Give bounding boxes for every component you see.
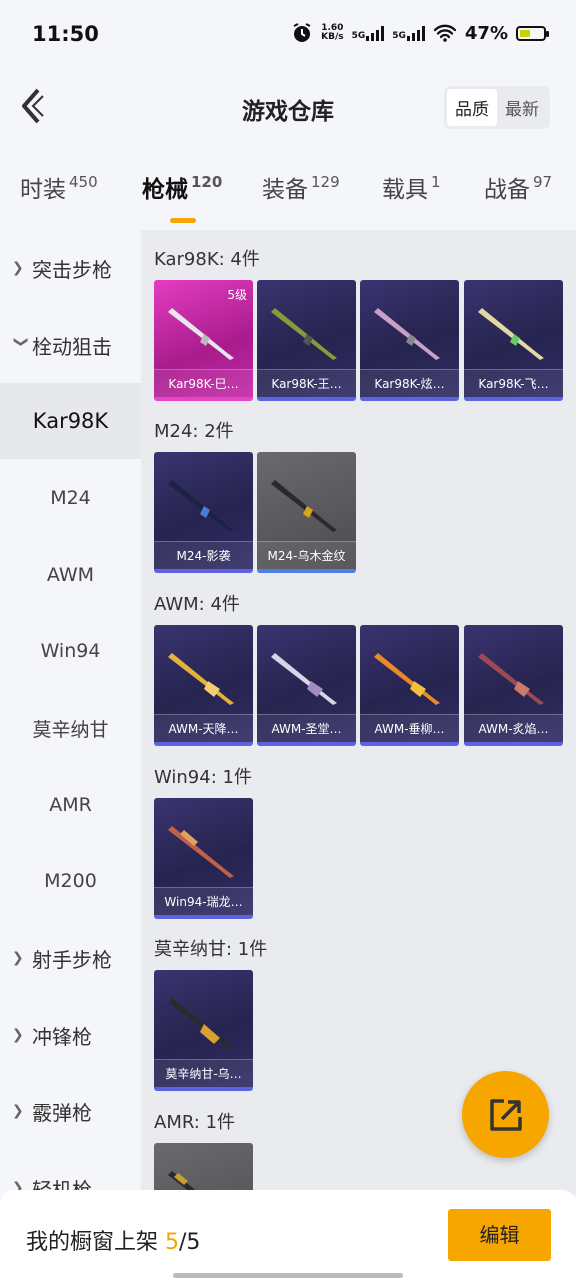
tab-fashion[interactable]: 时装 450 (20, 170, 98, 204)
home-indicator[interactable] (173, 1273, 403, 1278)
sort-quality-button[interactable]: 品质 (447, 89, 497, 126)
rifle-icon (168, 480, 234, 532)
section-title-kar98k: Kar98K: 4件 (154, 249, 260, 270)
weapon-card[interactable]: AWM-圣堂… (257, 625, 356, 746)
sidebar-item-win94[interactable]: Win94 (0, 613, 141, 689)
section-title-m24: M24: 2件 (154, 421, 234, 442)
sidebar-item-amr[interactable]: AMR (0, 767, 141, 843)
sidebar-item-shotgun[interactable]: ❯ 霰弹枪 (0, 1073, 141, 1149)
sidebar-item-kar98k[interactable]: Kar98K (0, 383, 141, 459)
status-icons: 1.60 KB/s 5G 5G 47% (291, 22, 549, 44)
weapon-card-label: M24-乌木金纹 (257, 541, 356, 569)
weapon-card-label: Kar98K-飞… (464, 369, 563, 397)
weapon-card[interactable]: M24-乌木金纹 (257, 452, 356, 573)
signal-1: 5G (352, 25, 385, 41)
tab-supplies[interactable]: 战备 97 (484, 170, 552, 204)
network-speed: 1.60 KB/s (321, 23, 344, 42)
sidebar-item-smg[interactable]: ❯ 冲锋枪 (0, 997, 141, 1073)
tab-equipment[interactable]: 装备 129 (262, 170, 340, 204)
tab-vehicles[interactable]: 载具 1 (382, 170, 441, 204)
weapon-card-label: AWM-天降… (154, 714, 253, 742)
chevron-right-icon: ❯ (12, 1103, 24, 1119)
weapon-card[interactable] (154, 1143, 253, 1195)
header: 游戏仓库 品质 最新 (0, 62, 576, 152)
status-time: 11:50 (32, 22, 99, 46)
rifle-icon (271, 480, 337, 532)
alarm-icon (293, 23, 311, 42)
sidebar-item-mosin[interactable]: 莫辛纳甘 (0, 690, 141, 766)
weapon-card[interactable]: AWM-炙焰… (464, 625, 563, 746)
chevron-right-icon: ❯ (12, 260, 24, 276)
weapon-card-label: Kar98K-王… (257, 369, 356, 397)
weapon-grid: Kar98K: 4件 5级 Kar98K-巳… Kar98K-王… Kar98K… (141, 230, 576, 1195)
battery-percent: 47% (464, 22, 508, 44)
tab-firearms[interactable]: 枪械 120 (142, 170, 222, 223)
status-bar: 11:50 1.60 KB/s 5G 5G 47% (0, 0, 576, 62)
section-title-awm: AWM: 4件 (154, 594, 240, 615)
weapon-card[interactable]: Kar98K-炫… (360, 280, 459, 401)
edit-button[interactable]: 编辑 (448, 1209, 551, 1261)
section-title-mosin: 莫辛纳甘: 1件 (154, 939, 268, 960)
sidebar-item-m200[interactable]: M200 (0, 843, 141, 919)
weapon-card-label: Kar98K-巳… (154, 369, 253, 397)
signal-2: 5G (392, 25, 425, 41)
chevron-right-icon: ❯ (12, 1027, 24, 1043)
showcase-bar: 我的橱窗上架 5/5 编辑 (0, 1190, 576, 1280)
wifi-icon (433, 24, 457, 42)
rifle-icon (168, 653, 234, 705)
tab-active-indicator (170, 218, 196, 223)
chevron-right-icon: ❯ (12, 950, 24, 966)
sidebar-item-assault-rifle[interactable]: ❯ 突击步枪 (0, 230, 141, 306)
weapon-card[interactable]: 5级 Kar98K-巳… (154, 280, 253, 401)
weapon-card-label: M24-影袭 (154, 541, 253, 569)
weapon-card[interactable]: 莫辛纳甘-乌… (154, 970, 253, 1091)
weapon-card[interactable]: Kar98K-王… (257, 280, 356, 401)
rifle-icon (168, 308, 234, 360)
section-title-win94: Win94: 1件 (154, 767, 252, 788)
weapon-card-label: AWM-炙焰… (464, 714, 563, 742)
sort-toggle: 品质 最新 (444, 86, 550, 129)
chevron-down-icon: ❯ (13, 336, 29, 348)
weapon-card[interactable]: Win94-瑞龙… (154, 798, 253, 919)
rifle-icon (374, 308, 440, 360)
rifle-icon (168, 998, 234, 1050)
rifle-icon (271, 308, 337, 360)
weapon-card[interactable]: Kar98K-飞… (464, 280, 563, 401)
sort-latest-button[interactable]: 最新 (497, 89, 547, 126)
showcase-status: 我的橱窗上架 5/5 (26, 1230, 201, 1255)
sidebar-item-m24[interactable]: M24 (0, 460, 141, 536)
weapon-card-label: AWM-垂柳… (360, 714, 459, 742)
signal-bars-icon (406, 25, 425, 41)
sidebar-item-marksman-rifle[interactable]: ❯ 射手步枪 (0, 920, 141, 996)
rifle-icon (478, 653, 544, 705)
weapon-card[interactable]: M24-影袭 (154, 452, 253, 573)
section-title-amr: AMR: 1件 (154, 1112, 236, 1133)
weapon-card-label: Win94-瑞龙… (154, 887, 253, 915)
weapon-category-sidebar: ❯ 突击步枪 ❯ 栓动狙击 Kar98K M24 AWM Win94 莫辛纳甘 AM… (0, 230, 141, 1202)
share-export-icon (489, 1098, 522, 1131)
weapon-card-label: Kar98K-炫… (360, 369, 459, 397)
rifle-icon (374, 653, 440, 705)
level-badge: 5级 (227, 288, 247, 302)
weapon-card[interactable]: AWM-天降… (154, 625, 253, 746)
weapon-card-label: AWM-圣堂… (257, 714, 356, 742)
sidebar-item-awm[interactable]: AWM (0, 537, 141, 613)
sidebar-item-bolt-sniper[interactable]: ❯ 栓动狙击 (0, 307, 141, 383)
rifle-icon (271, 653, 337, 705)
share-fab-button[interactable] (462, 1071, 549, 1158)
signal-bars-icon (366, 25, 385, 41)
weapon-card-label: 莫辛纳甘-乌… (154, 1059, 253, 1087)
rifle-icon (478, 308, 544, 360)
category-tabs: 时装 450 枪械 120 装备 129 载具 1 战备 97 (0, 160, 576, 230)
rifle-icon (168, 826, 234, 878)
battery-icon (516, 25, 549, 41)
weapon-card[interactable]: AWM-垂柳… (360, 625, 459, 746)
